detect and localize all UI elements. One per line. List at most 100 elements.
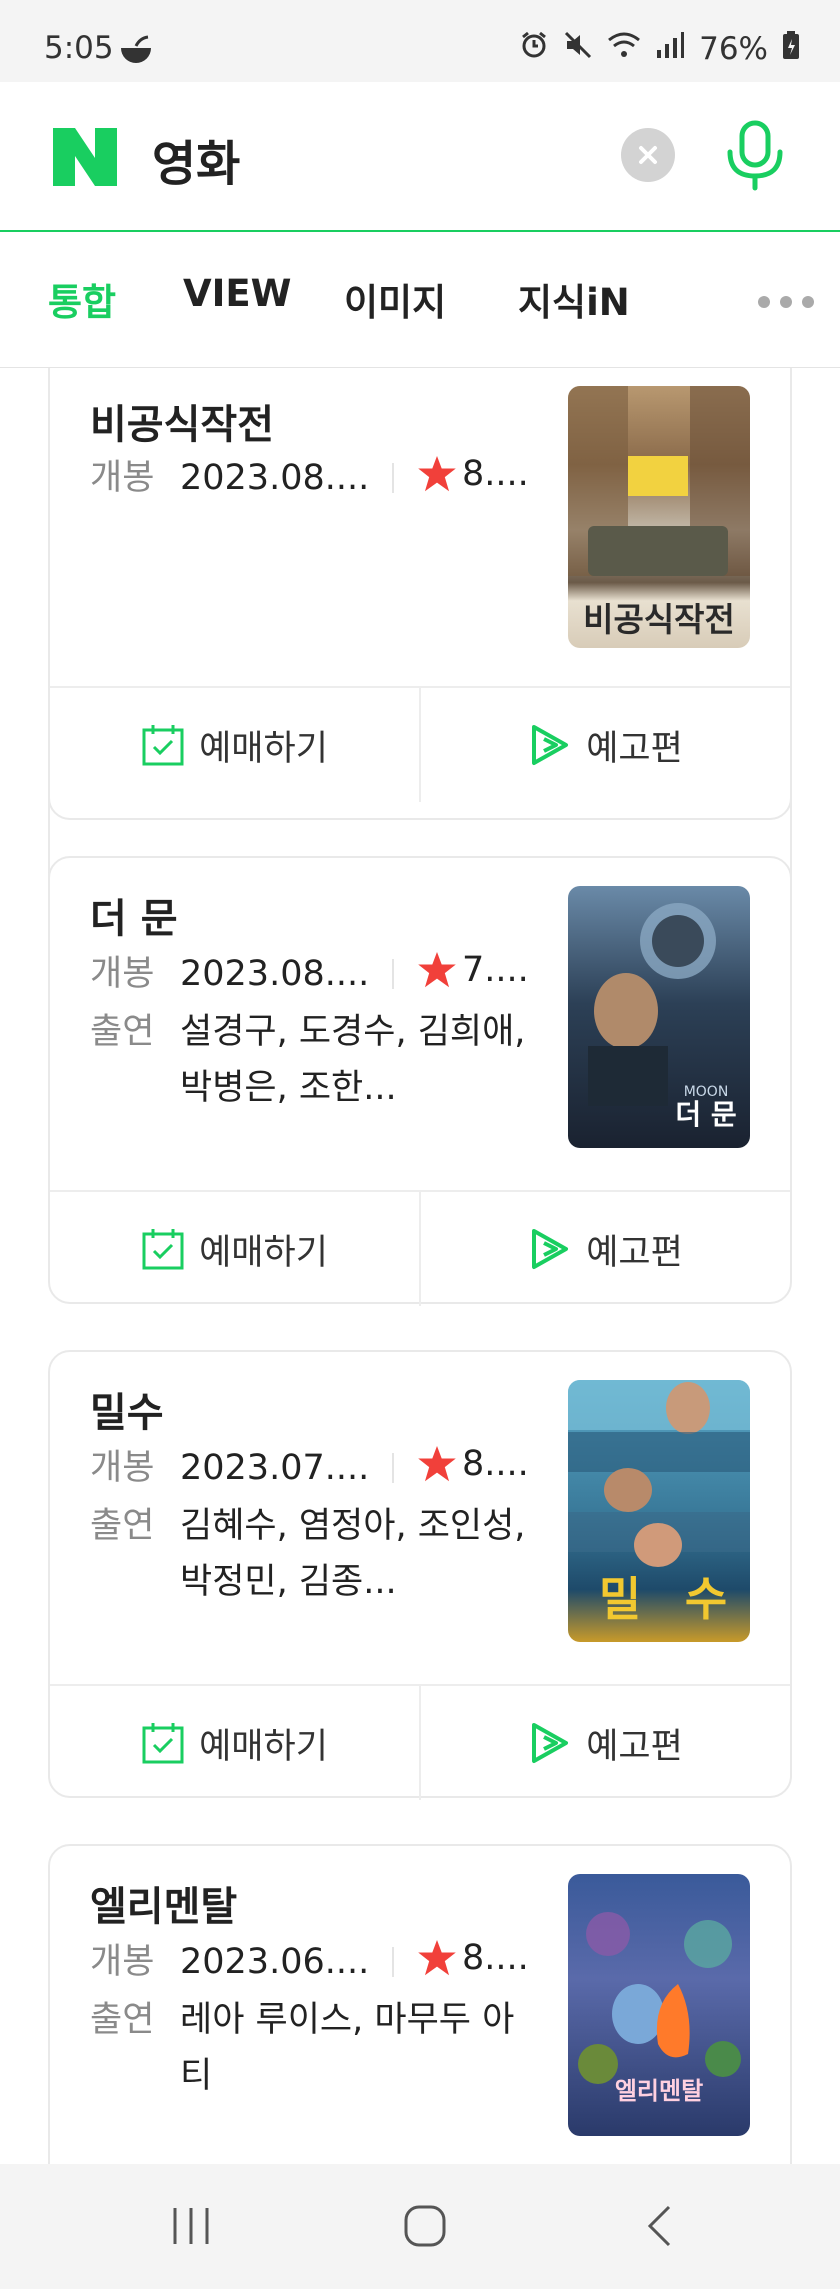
close-icon — [639, 146, 657, 164]
rating-value: 8.... — [462, 454, 529, 494]
release-label: 개봉 — [90, 1942, 155, 1982]
movie-card[interactable]: 밀수 개봉 2023.07.... 8.... 출연 김혜수, 염정아, 조인성,… — [48, 1350, 792, 1800]
search-input[interactable] — [152, 116, 592, 202]
naver-logo[interactable] — [53, 128, 117, 190]
movie-poster[interactable]: 밀 수 — [568, 1380, 750, 1642]
movie-card[interactable]: 더 문 개봉 2023.08.... 7.... 출연 설경구, 도경수, 김희애… — [48, 856, 792, 1306]
svg-text:엘리멘탈: 엘리멘탈 — [615, 2077, 703, 2105]
play-icon — [532, 1229, 569, 1269]
release-row: 개봉 2023.08.... — [90, 946, 369, 1002]
book-ticket-button[interactable]: 예매하기 — [50, 688, 419, 802]
card-actions: 예매하기 예고편 — [50, 1684, 790, 1800]
trailer-button[interactable]: 예고편 — [419, 1686, 790, 1800]
rating-divider — [392, 959, 394, 989]
cast-list: 설경구, 도경수, 김희애, 박병은, 조한... — [180, 1012, 526, 1108]
search-header — [0, 82, 840, 232]
play-icon — [532, 725, 569, 765]
book-label: 예매하기 — [199, 1232, 328, 1273]
voice-search-button[interactable] — [724, 120, 786, 192]
release-date: 2023.06.... — [180, 1942, 370, 1982]
star-icon — [418, 1446, 456, 1482]
weather-icon — [118, 34, 154, 70]
microphone-icon — [727, 120, 783, 191]
movie-title[interactable]: 밀수 — [90, 1380, 164, 1438]
trailer-label: 예고편 — [586, 728, 683, 769]
cast-label: 출연 — [90, 2000, 155, 2040]
star-icon — [418, 1940, 456, 1976]
signal-icon — [655, 30, 685, 68]
back-button[interactable] — [625, 2194, 695, 2258]
card-actions: 예매하기 예고편 — [50, 1190, 790, 1306]
trailer-button[interactable]: 예고편 — [419, 1192, 790, 1306]
movie-poster[interactable]: 비공식작전 — [568, 386, 750, 648]
release-row: 개봉 2023.06.... — [90, 1934, 369, 1990]
release-label: 개봉 — [90, 458, 155, 498]
back-icon — [647, 2205, 671, 2247]
status-icons: 76% — [519, 30, 800, 68]
star-icon — [418, 456, 456, 492]
rating: 8.... — [418, 1938, 529, 1978]
rating: 7.... — [418, 950, 529, 990]
movie-poster[interactable]: 엘리멘탈 — [568, 1874, 750, 2136]
svg-text:밀: 밀 — [599, 1572, 641, 1626]
search-tab-bar: 통합 VIEW 이미지 지식iN — [0, 232, 840, 368]
calendar-check-icon — [142, 1723, 184, 1764]
mute-icon — [563, 30, 593, 68]
calendar-check-icon — [142, 1229, 184, 1270]
rating-value: 7.... — [462, 950, 529, 990]
rating-value: 8.... — [462, 1938, 529, 1978]
calendar-check-icon — [142, 725, 184, 766]
svg-text:더 문: 더 문 — [675, 1098, 736, 1131]
tab-view[interactable]: VIEW — [183, 272, 292, 315]
movie-card[interactable]: 엘리멘탈 개봉 2023.06.... 8.... 출연 레아 루이스, 마무두 … — [48, 1844, 792, 2164]
wifi-icon — [607, 30, 641, 68]
book-ticket-button[interactable]: 예매하기 — [50, 1686, 419, 1800]
rating-divider — [392, 1947, 394, 1977]
trailer-button[interactable]: 예고편 — [419, 688, 790, 802]
release-row: 개봉 2023.07.... — [90, 1440, 369, 1496]
movie-title[interactable]: 엘리멘탈 — [90, 1874, 237, 1932]
svg-text:비공식작전: 비공식작전 — [583, 600, 735, 639]
rating-divider — [392, 1453, 394, 1483]
home-icon — [404, 2205, 446, 2247]
cast-list: 레아 루이스, 마무두 아티 — [180, 2000, 515, 2096]
cast-label: 출연 — [90, 1506, 155, 1546]
home-button[interactable] — [390, 2194, 460, 2258]
recent-apps-button[interactable] — [156, 2194, 226, 2258]
recent-apps-icon — [173, 2208, 209, 2244]
cast-list: 김혜수, 염정아, 조인성, 박정민, 김종... — [180, 1506, 526, 1602]
movie-card[interactable]: 비공식작전 개봉 2023.08.... 8.... 비공식작전 예매하기 예고… — [48, 368, 792, 820]
clear-search-button[interactable] — [621, 128, 675, 182]
battery-icon — [782, 30, 800, 68]
release-date: 2023.08.... — [180, 458, 370, 498]
tab-image[interactable]: 이미지 — [344, 272, 446, 326]
release-row: 개봉 2023.08.... — [90, 450, 369, 506]
battery-percent: 76% — [699, 31, 768, 67]
rating-value: 8.... — [462, 1444, 529, 1484]
play-icon — [532, 1723, 569, 1763]
rating: 8.... — [418, 1444, 529, 1484]
book-label: 예매하기 — [199, 728, 328, 769]
tab-integrated[interactable]: 통합 — [48, 272, 116, 326]
book-label: 예매하기 — [199, 1726, 328, 1767]
tab-fade — [672, 232, 732, 366]
card-actions: 예매하기 예고편 — [50, 686, 790, 802]
trailer-label: 예고편 — [586, 1726, 683, 1767]
system-nav-bar — [0, 2164, 840, 2289]
book-ticket-button[interactable]: 예매하기 — [50, 1192, 419, 1306]
alarm-icon — [519, 30, 549, 68]
more-tabs-button[interactable] — [758, 296, 814, 308]
movie-title[interactable]: 비공식작전 — [90, 392, 274, 450]
movie-title[interactable]: 더 문 — [90, 886, 178, 944]
movie-poster[interactable]: MOON 더 문 — [568, 886, 750, 1148]
svg-text:수: 수 — [685, 1572, 727, 1626]
release-label: 개봉 — [90, 1448, 155, 1488]
rating: 8.... — [418, 454, 529, 494]
status-bar: 5:05 76% — [0, 0, 840, 82]
status-time: 5:05 — [44, 30, 114, 66]
tab-knowledge-in[interactable]: 지식iN — [518, 272, 630, 326]
more-dot-icon — [758, 296, 770, 308]
release-label: 개봉 — [90, 954, 155, 994]
more-dot-icon — [780, 296, 792, 308]
trailer-label: 예고편 — [586, 1232, 683, 1273]
